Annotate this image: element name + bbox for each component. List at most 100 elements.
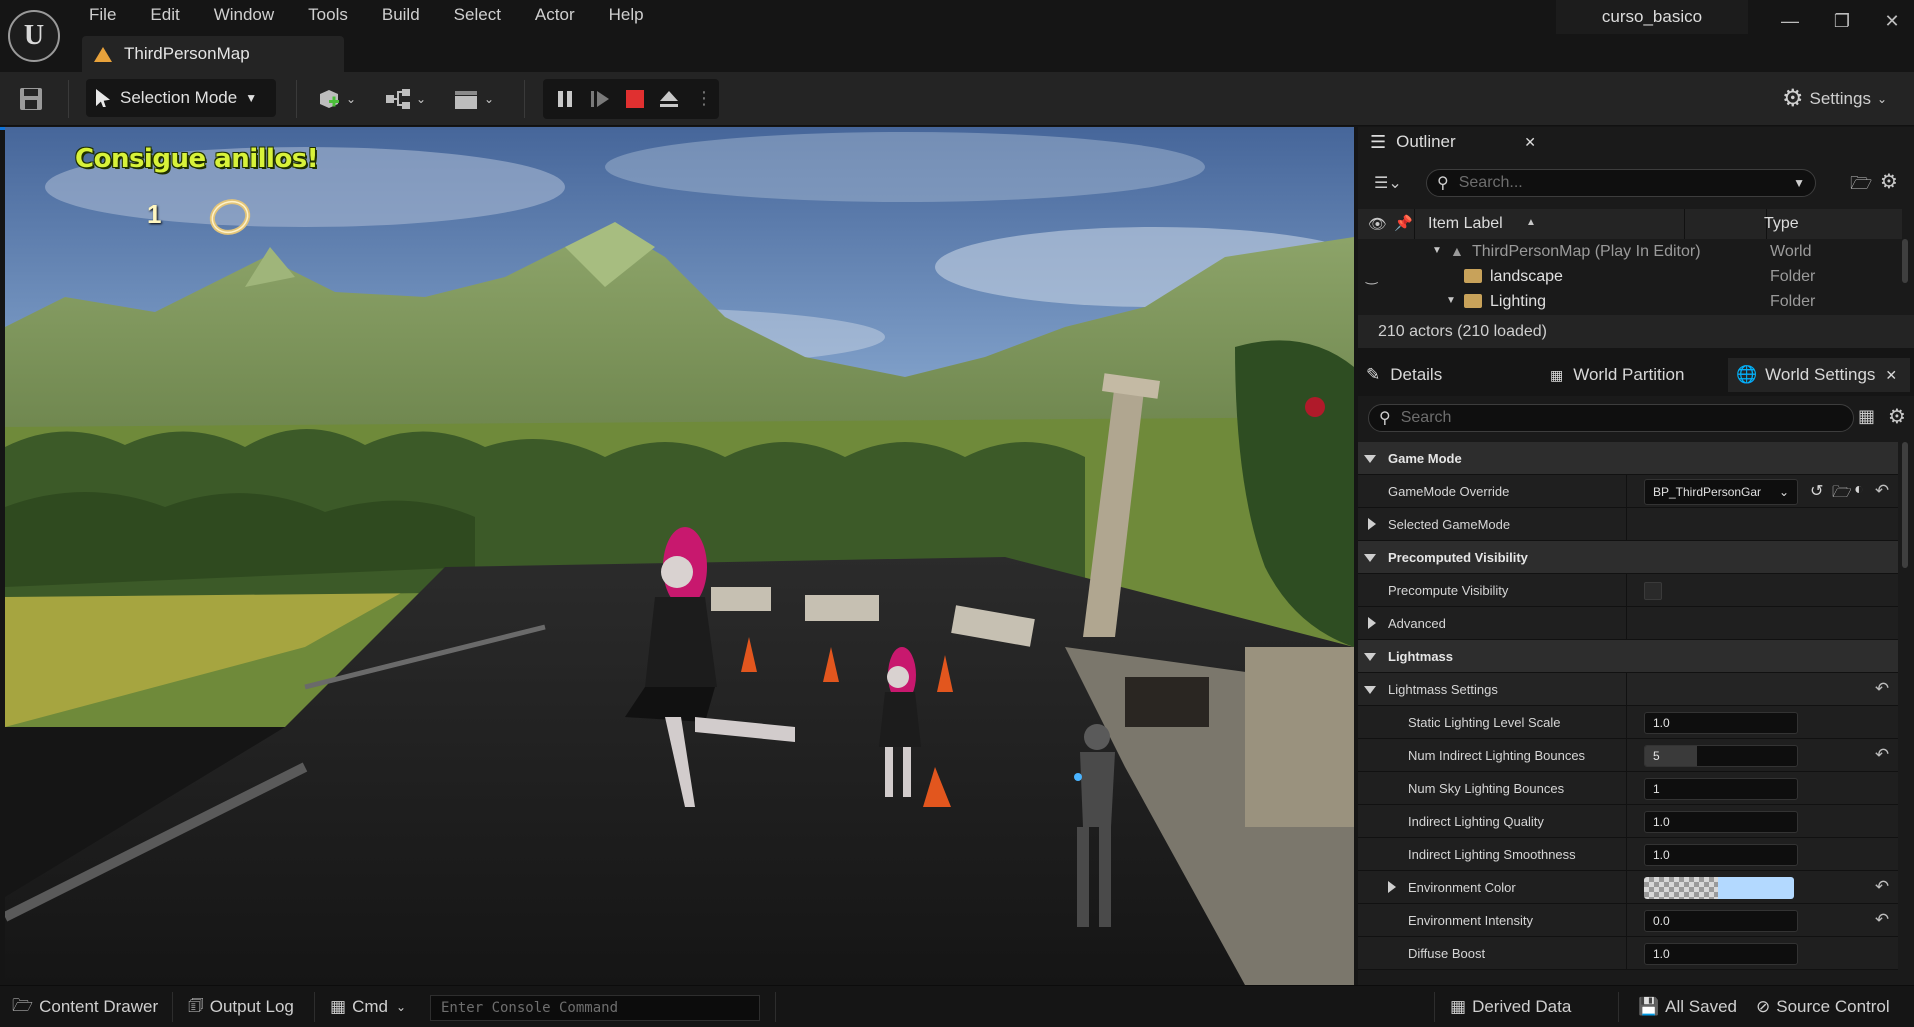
level-tab[interactable]: ThirdPersonMap <box>82 36 344 72</box>
outliner-row[interactable]: ‿ landscape Folder <box>1358 265 1902 290</box>
settings-button[interactable]: ⚙ Settings ⌄ <box>1782 84 1887 113</box>
grid-icon: ▦ <box>1550 366 1564 383</box>
pin-icon[interactable]: 📌 <box>1394 214 1413 232</box>
all-saved-button[interactable]: 💾 All Saved <box>1638 986 1737 1027</box>
menu-actor[interactable]: Actor <box>518 4 592 26</box>
details-scrollbar[interactable] <box>1902 442 1908 568</box>
expand-arrow-icon <box>1368 518 1376 530</box>
tab-world-settings[interactable]: 🌐 World Settings ✕ <box>1728 358 1910 392</box>
game-viewport[interactable]: Consigue anillos! 1 <box>5 127 1354 985</box>
close-tab-icon[interactable]: ✕ <box>1524 134 1536 151</box>
row-selected-gamemode[interactable]: Selected GameMode <box>1358 508 1898 541</box>
output-log-button[interactable]: 🗊 Output Log <box>188 986 294 1027</box>
collapse-arrow-icon[interactable]: ▼ <box>1446 295 1456 306</box>
precompute-visibility-checkbox[interactable] <box>1644 582 1662 600</box>
stop-icon[interactable] <box>625 89 645 109</box>
source-control-button[interactable]: ⊘ Source Control <box>1756 986 1890 1027</box>
gamemode-override-dropdown[interactable]: BP_ThirdPersonGar ⌄ <box>1644 479 1798 505</box>
open-asset-icon[interactable]: 🗁 <box>1832 481 1852 508</box>
cinematics-dropdown[interactable]: ⌄ <box>452 84 494 114</box>
menu-select[interactable]: Select <box>437 4 518 26</box>
menu-tools[interactable]: Tools <box>291 4 365 26</box>
close-window-button[interactable]: ✕ <box>1872 6 1912 36</box>
save-icon[interactable] <box>18 86 44 112</box>
content-drawer-button[interactable]: 🗁 Content Drawer <box>12 986 158 1027</box>
menu-file[interactable]: File <box>72 4 133 26</box>
tab-world-partition[interactable]: ▦ World Partition <box>1550 358 1684 392</box>
project-name: curso_basico <box>1556 0 1748 34</box>
ring-counter: 1 <box>147 199 162 229</box>
tab-details[interactable]: ✎ Details <box>1366 358 1442 392</box>
table-view-icon[interactable]: ▦ <box>1858 406 1875 427</box>
reset-to-default-icon[interactable]: ↶ <box>1872 745 1892 765</box>
hidden-eye-icon[interactable]: ‿ <box>1366 268 1377 285</box>
row-type: World <box>1770 243 1812 260</box>
indirect-smoothness-input[interactable]: 1.0 <box>1644 844 1798 866</box>
outliner-tab[interactable]: ☰ Outliner ✕ <box>1364 127 1544 157</box>
indirect-quality-input[interactable]: 1.0 <box>1644 811 1798 833</box>
chevron-down-icon: ▼ <box>245 91 258 105</box>
clear-icon[interactable]: ◐ <box>1854 481 1864 499</box>
restore-button[interactable]: ❐ <box>1822 6 1862 36</box>
cmd-dropdown[interactable]: ▦ Cmd ⌄ <box>330 986 406 1027</box>
expand-arrow-icon[interactable] <box>1388 881 1396 893</box>
reset-to-default-icon[interactable]: ↶ <box>1872 910 1892 930</box>
toolbar-separator <box>68 80 69 118</box>
outliner-search-row: ☰⌄ ⚲ Search... ▼ 🗁 ⚙ <box>1358 167 1914 201</box>
reset-to-default-icon[interactable]: ↶ <box>1872 877 1892 897</box>
category-precomputed-visibility[interactable]: Precomputed Visibility <box>1358 541 1898 574</box>
menu-edit[interactable]: Edit <box>133 4 196 26</box>
environment-intensity-input[interactable]: 0.0 <box>1644 910 1798 932</box>
menu-build[interactable]: Build <box>365 4 437 26</box>
category-game-mode[interactable]: Game Mode <box>1358 442 1898 475</box>
add-actor-icon <box>320 90 339 108</box>
unreal-logo-icon[interactable]: U <box>8 10 60 62</box>
add-actor-dropdown[interactable]: ⌄ <box>316 84 356 114</box>
selection-mode-dropdown[interactable]: Selection Mode ▼ <box>86 79 276 117</box>
globe-icon: 🌐 <box>1736 365 1758 384</box>
row-environment-intensity: Environment Intensity 0.0 ↶ <box>1358 904 1898 937</box>
col-item-label[interactable]: Item Label <box>1428 215 1503 233</box>
browse-icon[interactable]: ↺ <box>1810 481 1823 501</box>
more-options-icon[interactable]: ⋮ <box>695 88 713 109</box>
category-lightmass[interactable]: Lightmass <box>1358 640 1898 673</box>
row-lightmass-settings[interactable]: Lightmass Settings ↶ <box>1358 673 1898 706</box>
pencil-icon: ✎ <box>1366 365 1381 384</box>
reset-to-default-icon[interactable]: ↶ <box>1872 481 1892 501</box>
details-search-input[interactable]: ⚲ Search <box>1368 404 1854 432</box>
folder-icon <box>1464 269 1482 283</box>
environment-color-swatch[interactable] <box>1644 877 1794 899</box>
row-environment-color: Environment Color ↶ <box>1358 871 1898 904</box>
tab-details-label: Details <box>1390 365 1443 384</box>
outliner-scrollbar[interactable] <box>1902 239 1908 283</box>
menu-bar: File Edit Window Tools Build Select Acto… <box>72 4 661 26</box>
list-icon: ☰ <box>1370 131 1387 152</box>
console-command-input[interactable]: Enter Console Command <box>430 995 760 1021</box>
pause-icon[interactable] <box>555 89 575 109</box>
static-lighting-scale-input[interactable]: 1.0 <box>1644 712 1798 734</box>
outliner-row[interactable]: ▼ ▲ ThirdPersonMap (Play In Editor) Worl… <box>1358 240 1902 265</box>
gear-icon[interactable]: ⚙ <box>1888 404 1906 429</box>
collapse-arrow-icon[interactable]: ▼ <box>1432 245 1442 256</box>
outliner-row[interactable]: ▼ Lighting Folder <box>1358 290 1902 312</box>
filter-icon[interactable]: ☰⌄ <box>1374 173 1402 193</box>
add-folder-icon[interactable]: 🗁 <box>1850 171 1872 201</box>
visibility-eye-icon[interactable]: 👁 <box>1368 215 1387 233</box>
col-type[interactable]: Type <box>1764 215 1799 233</box>
menu-help[interactable]: Help <box>592 4 661 26</box>
num-indirect-bounces-slider[interactable]: 5 <box>1644 745 1798 767</box>
menu-window[interactable]: Window <box>197 4 291 26</box>
eject-icon[interactable] <box>658 88 680 110</box>
step-frame-icon[interactable] <box>589 89 611 109</box>
outliner-search-input[interactable]: ⚲ Search... ▼ <box>1426 169 1816 197</box>
derived-data-button[interactable]: ▦ Derived Data <box>1450 986 1571 1027</box>
num-sky-bounces-input[interactable]: 1 <box>1644 778 1798 800</box>
chevron-down-icon: ⌄ <box>416 92 427 106</box>
reset-to-default-icon[interactable]: ↶ <box>1872 679 1892 699</box>
row-advanced[interactable]: Advanced <box>1358 607 1898 640</box>
diffuse-boost-input[interactable]: 1.0 <box>1644 943 1798 965</box>
gear-icon[interactable]: ⚙ <box>1880 169 1898 194</box>
minimize-button[interactable]: — <box>1770 6 1810 36</box>
close-tab-icon[interactable]: ✕ <box>1885 367 1897 384</box>
blueprint-dropdown[interactable]: ⌄ <box>384 84 426 114</box>
